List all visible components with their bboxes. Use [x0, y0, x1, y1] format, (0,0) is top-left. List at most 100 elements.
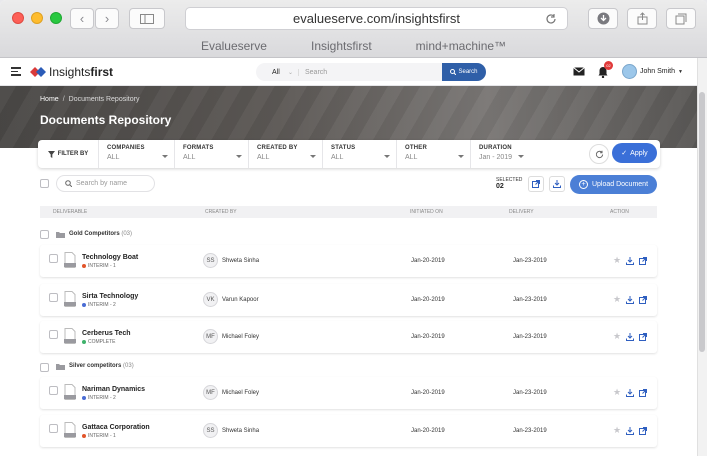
user-menu[interactable]: John Smith ▼: [622, 64, 683, 79]
group-header[interactable]: Silver competitors (03): [56, 359, 134, 373]
row-checkbox[interactable]: [49, 254, 58, 263]
download-icon[interactable]: [626, 332, 635, 341]
back-button[interactable]: ‹: [70, 8, 94, 29]
reset-filters-button[interactable]: [589, 144, 609, 164]
star-icon[interactable]: ★: [613, 294, 621, 305]
status-dot: [82, 434, 86, 438]
document-name[interactable]: Cerberus Tech: [82, 330, 131, 337]
star-icon[interactable]: ★: [613, 387, 621, 398]
hamburger-menu-icon[interactable]: [11, 67, 21, 76]
group-count: (03): [123, 363, 134, 369]
table-row[interactable]: Nariman Dynamics INTERIM - 2 MF Michael …: [40, 377, 657, 409]
filter-formats[interactable]: FORMATS ALL: [174, 140, 248, 168]
upload-document-button[interactable]: + Upload Document: [570, 175, 657, 194]
breadcrumb-current: Documents Repository: [68, 96, 140, 103]
tabs-button[interactable]: [666, 8, 696, 29]
download-icon[interactable]: [626, 295, 635, 304]
filter-status[interactable]: STATUS ALL: [322, 140, 396, 168]
funnel-icon: [47, 150, 55, 158]
caret-down-icon: [236, 155, 242, 158]
filter-duration[interactable]: DURATION Jan - 2019: [470, 140, 530, 168]
filter-companies[interactable]: COMPANIES ALL: [98, 140, 174, 168]
bookmarks-bar: Evalueserve Insightsfirst mind+machine™: [0, 36, 707, 56]
document-name[interactable]: Technology Boat: [82, 254, 138, 261]
forward-button[interactable]: ›: [95, 8, 119, 29]
notification-badge: 02: [604, 61, 613, 70]
table-row[interactable]: Cerberus Tech COMPLETE MF Michael Foley …: [40, 321, 657, 353]
group-checkbox[interactable]: [40, 363, 49, 372]
filter-by-text: FILTER BY: [57, 151, 89, 157]
creator-name: Varun Kapoor: [222, 297, 259, 303]
bookmark-item[interactable]: mind+machine™: [416, 39, 506, 53]
doc-search-input[interactable]: Search by name: [56, 175, 155, 192]
status-text: INTERIM - 1: [88, 263, 116, 269]
star-icon[interactable]: ★: [613, 425, 621, 436]
filter-created-by[interactable]: CREATED BY ALL: [248, 140, 322, 168]
search-input[interactable]: Search: [298, 68, 442, 76]
pdf-file-icon: [64, 252, 76, 268]
table-row[interactable]: Gattaca Corporation INTERIM - 1 SS Shwet…: [40, 415, 657, 447]
caret-down-icon: [518, 155, 524, 158]
search-button[interactable]: Search: [442, 63, 486, 81]
share-external-icon[interactable]: [639, 426, 648, 435]
download-icon[interactable]: [626, 388, 635, 397]
bookmark-item[interactable]: Insightsfirst: [311, 39, 372, 53]
document-name[interactable]: Nariman Dynamics: [82, 386, 145, 393]
row-checkbox[interactable]: [49, 424, 58, 433]
breadcrumb-home[interactable]: Home: [40, 96, 59, 103]
mail-icon[interactable]: [573, 67, 585, 76]
share-external-icon[interactable]: [639, 388, 648, 397]
close-window-button[interactable]: [12, 12, 24, 24]
check-icon: ✓: [621, 150, 628, 157]
row-checkbox[interactable]: [49, 386, 58, 395]
filter-label: CREATED BY: [257, 145, 298, 151]
group-checkbox[interactable]: [40, 230, 49, 239]
scrollbar-thumb[interactable]: [699, 92, 705, 352]
upload-button-label: Upload Document: [591, 181, 649, 188]
share-external-icon[interactable]: [639, 295, 648, 304]
group-header[interactable]: Gold Competitors (03): [56, 227, 132, 241]
row-checkbox[interactable]: [49, 293, 58, 302]
apply-button[interactable]: ✓ Apply: [612, 143, 657, 163]
sidebar-icon: [140, 13, 154, 24]
row-actions: ★: [613, 387, 648, 398]
bookmark-item[interactable]: Evalueserve: [201, 39, 267, 53]
share-external-icon[interactable]: [639, 256, 648, 265]
download-circle-icon: [597, 12, 609, 25]
share-external-icon[interactable]: [639, 332, 648, 341]
caret-down-icon: [384, 155, 390, 158]
downloads-button[interactable]: [588, 8, 618, 29]
sidebar-toggle-button[interactable]: [129, 8, 165, 29]
reload-icon[interactable]: [545, 13, 557, 25]
app-logo[interactable]: Insightsfirst: [30, 65, 113, 79]
search-scope-select[interactable]: All ⌄: [256, 69, 298, 76]
document-name[interactable]: Gattaca Corporation: [82, 424, 150, 431]
star-icon[interactable]: ★: [613, 255, 621, 266]
download-icon[interactable]: [626, 256, 635, 265]
share-icon: [637, 12, 647, 25]
chevron-right-icon: ›: [104, 11, 110, 26]
filter-other[interactable]: OTHER ALL: [396, 140, 470, 168]
table-row[interactable]: Technology Boat INTERIM - 1 SS Shweta Si…: [40, 245, 657, 277]
url-text: evalueserve.com/insightsfirst: [293, 11, 460, 26]
maximize-window-button[interactable]: [50, 12, 62, 24]
minimize-window-button[interactable]: [31, 12, 43, 24]
notifications-button[interactable]: 02: [598, 61, 613, 83]
share-button[interactable]: [627, 8, 657, 29]
filter-by-label: FILTER BY: [38, 140, 98, 168]
group-count: (03): [121, 231, 133, 237]
delivery-date: Jan-23-2019: [513, 390, 547, 396]
bulk-share-button[interactable]: [528, 176, 544, 192]
row-checkbox[interactable]: [49, 330, 58, 339]
address-bar[interactable]: evalueserve.com/insightsfirst: [185, 7, 568, 30]
document-name[interactable]: Sirta Technology: [82, 293, 138, 300]
star-icon[interactable]: ★: [613, 331, 621, 342]
filter-value: ALL: [331, 154, 344, 161]
select-all-checkbox[interactable]: [40, 179, 49, 188]
table-row[interactable]: Sirta Technology INTERIM - 2 VK Varun Ka…: [40, 284, 657, 316]
document-status: INTERIM - 2: [82, 302, 116, 308]
filter-value: Jan - 2019: [479, 154, 513, 161]
bulk-download-button[interactable]: [549, 176, 565, 192]
download-icon[interactable]: [626, 426, 635, 435]
status-dot: [82, 264, 86, 268]
